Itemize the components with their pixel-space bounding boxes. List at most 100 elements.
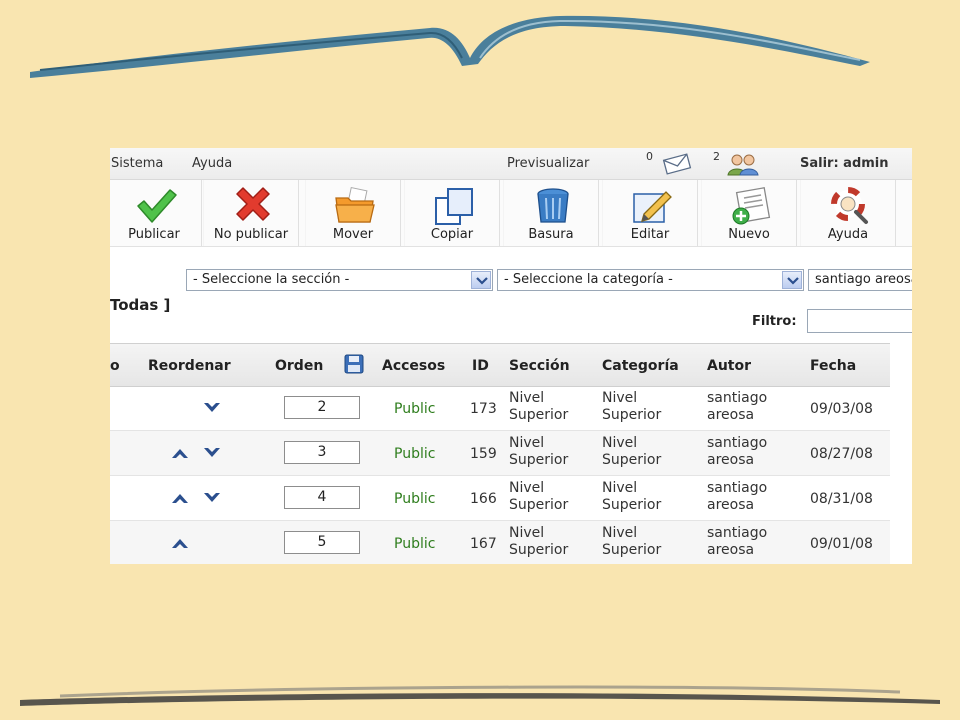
access-level-link[interactable]: Public — [394, 536, 435, 552]
seccion-select[interactable]: - Seleccione la sección - — [186, 269, 493, 291]
publicar-button[interactable]: Publicar — [110, 180, 202, 246]
previsualizar-link[interactable]: Previsualizar — [507, 156, 589, 171]
column-header-fecha[interactable]: Fecha — [810, 358, 856, 374]
column-header-categoria[interactable]: Categoría — [602, 358, 679, 374]
no-publicar-button[interactable]: No publicar — [203, 180, 299, 246]
ayuda-label: Ayuda — [827, 227, 869, 242]
help-lifebuoy-icon — [831, 187, 868, 224]
section-cell[interactable]: Nivel Superior — [509, 525, 568, 559]
nuevo-label: Nuevo — [728, 227, 770, 242]
mover-label: Mover — [332, 227, 374, 242]
section-line-1: Nivel — [509, 480, 545, 496]
envelope-icon[interactable] — [662, 153, 692, 175]
section-cell[interactable]: Nivel Superior — [509, 435, 568, 469]
date-cell: 08/27/08 — [810, 446, 873, 462]
new-document-icon — [732, 187, 771, 225]
column-header-orden[interactable]: Orden — [275, 358, 323, 374]
category-cell[interactable]: Nivel Superior — [602, 480, 661, 514]
todas-filter-link[interactable]: Todas ] — [110, 296, 170, 314]
column-header-id[interactable]: ID — [472, 358, 489, 374]
category-line-1: Nivel — [602, 390, 638, 406]
chevron-down-icon[interactable] — [782, 271, 802, 289]
move-down-arrow-icon[interactable] — [202, 446, 222, 464]
autor-select[interactable]: santiago areosa — [808, 269, 912, 291]
author-line-1: santiago — [707, 480, 768, 496]
category-cell[interactable]: Nivel Superior — [602, 390, 661, 424]
nuevo-button[interactable]: Nuevo — [701, 180, 797, 246]
category-line-2: Superior — [602, 497, 662, 513]
save-order-icon[interactable] — [344, 354, 364, 374]
chevron-down-icon[interactable] — [471, 271, 491, 289]
author-cell[interactable]: santiago areosa — [707, 525, 767, 559]
order-input[interactable]: 5 — [284, 531, 360, 554]
date-cell: 09/03/08 — [810, 401, 873, 417]
autor-select-value: santiago areosa — [815, 272, 912, 287]
section-line-2: Superior — [509, 542, 569, 558]
access-level-link[interactable]: Public — [394, 401, 435, 417]
copiar-label: Copiar — [430, 227, 474, 242]
move-up-arrow-icon[interactable] — [170, 446, 190, 464]
category-line-1: Nivel — [602, 525, 638, 541]
ayuda-button[interactable]: Ayuda — [800, 180, 896, 246]
basura-button[interactable]: Basura — [503, 180, 599, 246]
access-level-link[interactable]: Public — [394, 446, 435, 462]
column-header-autor[interactable]: Autor — [707, 358, 751, 374]
section-line-2: Superior — [509, 407, 569, 423]
table-header: o Reordenar Orden Accesos ID Sección Cat… — [110, 343, 890, 387]
category-line-1: Nivel — [602, 480, 638, 496]
column-header-seccion[interactable]: Sección — [509, 358, 570, 374]
author-line-1: santiago — [707, 435, 768, 451]
copy-icon — [435, 188, 473, 225]
filtro-label: Filtro: — [752, 314, 797, 329]
move-up-arrow-icon[interactable] — [170, 491, 190, 509]
edit-pencil-icon — [633, 191, 672, 223]
column-header-accesos[interactable]: Accesos — [382, 358, 445, 374]
editar-label: Editar — [630, 227, 670, 242]
users-icon[interactable] — [725, 151, 761, 177]
section-line-1: Nivel — [509, 390, 545, 406]
move-down-arrow-icon[interactable] — [202, 401, 222, 419]
toolbar: Publicar No publicar Mover Copiar Basura… — [110, 180, 912, 247]
basura-label: Basura — [528, 227, 574, 242]
item-id: 159 — [470, 446, 497, 462]
table-row: 4 Public 166 Nivel Superior Nivel Superior sant… — [110, 476, 890, 521]
copiar-button[interactable]: Copiar — [404, 180, 500, 246]
author-cell[interactable]: santiago areosa — [707, 435, 767, 469]
section-line-2: Superior — [509, 452, 569, 468]
categoria-select[interactable]: - Seleccione la categoría - — [497, 269, 804, 291]
editar-button[interactable]: Editar — [602, 180, 698, 246]
access-level-link[interactable]: Public — [394, 491, 435, 507]
category-line-2: Superior — [602, 542, 662, 558]
trash-icon — [537, 188, 569, 223]
menu-ayuda[interactable]: Ayuda — [192, 156, 232, 171]
author-cell[interactable]: santiago areosa — [707, 390, 767, 424]
filtro-input[interactable] — [807, 309, 912, 333]
order-input[interactable]: 3 — [284, 441, 360, 464]
date-cell: 08/31/08 — [810, 491, 873, 507]
users-online-count: 2 — [713, 150, 720, 163]
column-header-reordenar[interactable]: Reordenar — [148, 358, 231, 374]
move-up-arrow-icon[interactable] — [170, 536, 190, 554]
book-swoosh-decoration — [30, 15, 870, 78]
section-line-2: Superior — [509, 497, 569, 513]
item-id: 167 — [470, 536, 497, 552]
category-cell[interactable]: Nivel Superior — [602, 435, 661, 469]
order-input[interactable]: 4 — [284, 486, 360, 509]
section-cell[interactable]: Nivel Superior — [509, 390, 568, 424]
section-line-1: Nivel — [509, 435, 545, 451]
no-publicar-label: No publicar — [213, 227, 289, 242]
mover-button[interactable]: Mover — [305, 180, 401, 246]
category-cell[interactable]: Nivel Superior — [602, 525, 661, 559]
table-row: 5 Public 167 Nivel Superior Nivel Superior sant… — [110, 521, 890, 564]
author-cell[interactable]: santiago areosa — [707, 480, 767, 514]
order-input[interactable]: 2 — [284, 396, 360, 419]
section-cell[interactable]: Nivel Superior — [509, 480, 568, 514]
bottom-rule-decoration — [20, 685, 940, 706]
red-x-icon — [236, 187, 270, 221]
move-down-arrow-icon[interactable] — [202, 491, 222, 509]
logout-link[interactable]: Salir: admin — [800, 156, 889, 171]
menu-sistema[interactable]: Sistema — [111, 156, 163, 171]
author-line-1: santiago — [707, 525, 768, 541]
author-line-1: santiago — [707, 390, 768, 406]
item-id: 173 — [470, 401, 497, 417]
